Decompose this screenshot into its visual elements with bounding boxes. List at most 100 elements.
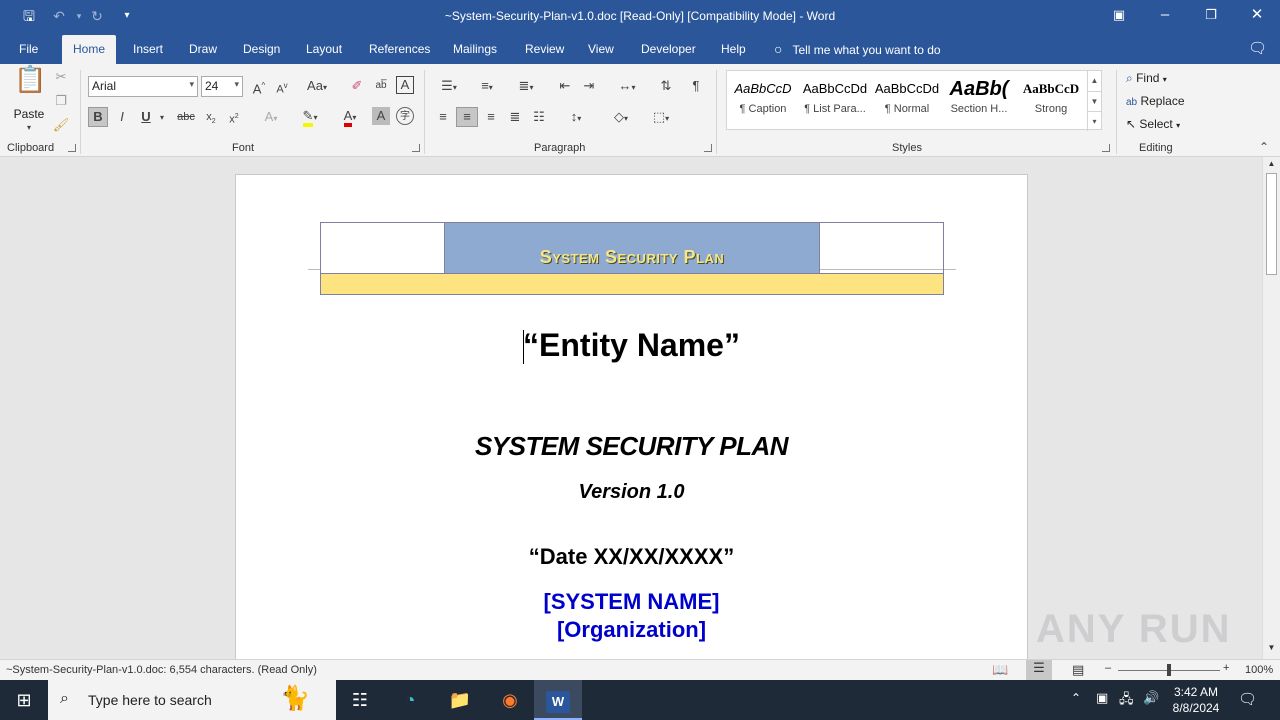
style-normal[interactable]: AaBbCcDd ¶ Normal — [871, 75, 943, 127]
clock[interactable]: 3:42 AM 8/8/2024 — [1166, 684, 1226, 716]
font-size-box[interactable]: 24 ▾ — [201, 76, 243, 97]
font-name-box[interactable]: Arial ▾ — [88, 76, 198, 97]
superscript-button[interactable]: x2 — [225, 108, 243, 129]
find-button[interactable]: ⌕ Find ▾ — [1126, 71, 1167, 86]
comments-icon[interactable]: 🗨 — [1248, 39, 1267, 57]
bold-button[interactable]: B — [88, 107, 108, 127]
select-button[interactable]: ↖ Select ▾ — [1126, 117, 1180, 131]
styles-scroll-up-icon[interactable]: ▲ — [1087, 71, 1101, 91]
phonetic-guide-icon[interactable]: ab̅ — [372, 77, 390, 95]
replace-button[interactable]: ab Replace — [1126, 94, 1185, 108]
read-mode-icon[interactable]: 📖 — [992, 662, 1008, 678]
tab-draw[interactable]: Draw — [189, 42, 217, 56]
show-hidden-icons-icon[interactable]: ⌃ — [1071, 691, 1081, 705]
tab-design[interactable]: Design — [243, 42, 280, 56]
styles-launcher-icon[interactable] — [1102, 144, 1110, 152]
tab-layout[interactable]: Layout — [306, 42, 342, 56]
borders-icon[interactable]: ⬚▾ — [644, 108, 678, 128]
asian-layout-icon[interactable]: ↔▾ — [612, 77, 642, 97]
shading-icon[interactable]: ◇▾ — [604, 108, 638, 128]
zoom-out-icon[interactable]: – — [1105, 662, 1111, 674]
underline-dropdown-icon[interactable]: ▾ — [157, 109, 167, 127]
scroll-down-icon[interactable]: ▼ — [1265, 643, 1278, 655]
style-strong[interactable]: AaBbCcD Strong — [1015, 75, 1087, 127]
shrink-font-icon[interactable]: Av — [273, 77, 291, 99]
tab-developer[interactable]: Developer — [641, 42, 696, 56]
volume-icon[interactable]: 🔊 — [1143, 690, 1159, 706]
font-color-icon[interactable]: A▾ — [333, 107, 367, 127]
text-highlight-icon[interactable]: ✎▾ — [293, 107, 327, 127]
zoom-in-icon[interactable]: + — [1223, 662, 1229, 674]
paragraph-launcher-icon[interactable] — [704, 144, 712, 152]
notifications-icon[interactable]: 🗨 — [1238, 690, 1257, 708]
firefox-icon[interactable]: ◉ — [486, 680, 534, 720]
styles-scroll-down-icon[interactable]: ▼ — [1087, 91, 1101, 111]
character-shading-icon[interactable]: A — [372, 107, 390, 125]
justify-icon[interactable]: ≣ — [506, 108, 524, 126]
enclose-characters-icon[interactable]: 字 — [396, 107, 414, 125]
decrease-indent-icon[interactable]: ⇤ — [556, 77, 574, 95]
tell-me-box[interactable]: ○ Tell me what you want to do — [774, 41, 941, 57]
tab-view[interactable]: View — [588, 42, 614, 56]
grow-font-icon[interactable]: A^ — [250, 77, 268, 98]
tab-references[interactable]: References — [369, 42, 430, 56]
vertical-scrollbar[interactable]: ▲ ▼ — [1262, 157, 1280, 659]
sort-icon[interactable]: ⇅ — [657, 77, 675, 95]
line-spacing-icon[interactable]: ↕▾ — [560, 108, 592, 128]
web-layout-icon[interactable]: ▤ — [1072, 662, 1084, 678]
numbering-icon[interactable]: ≡▾ — [472, 77, 502, 97]
network-icon[interactable]: 🖧 — [1119, 690, 1134, 712]
style-section-heading[interactable]: AaBb( Section H... — [943, 75, 1015, 127]
tab-mailings[interactable]: Mailings — [453, 42, 497, 56]
italic-button[interactable]: I — [114, 108, 130, 126]
restore-button[interactable]: ❐ — [1188, 0, 1234, 33]
bullets-icon[interactable]: ☰▾ — [434, 77, 464, 97]
clear-formatting-icon[interactable]: ✐ — [348, 77, 366, 95]
meet-now-icon[interactable]: ▣ — [1096, 690, 1108, 706]
ribbon-display-options-icon[interactable]: ▣ — [1096, 0, 1142, 33]
distributed-icon[interactable]: ☷ — [530, 108, 548, 126]
task-view-icon[interactable]: ☷ — [336, 680, 384, 720]
align-center-icon[interactable]: ≡ — [456, 107, 478, 127]
document-page[interactable]: System Security Plan “Entity Name” SYSTE… — [235, 174, 1028, 659]
styles-more-icon[interactable]: ▾ — [1087, 111, 1101, 131]
cut-icon[interactable]: ✂ — [52, 68, 70, 86]
font-launcher-icon[interactable] — [412, 144, 420, 152]
zoom-slider-thumb[interactable] — [1167, 664, 1171, 676]
windows-start-icon[interactable]: ⊞ — [0, 680, 48, 720]
collapse-ribbon-icon[interactable]: ⌃ — [1256, 138, 1272, 156]
minimize-button[interactable]: – — [1142, 0, 1188, 33]
clipboard-launcher-icon[interactable] — [68, 144, 76, 152]
tab-insert[interactable]: Insert — [133, 42, 163, 56]
tab-help[interactable]: Help — [721, 42, 746, 56]
word-taskbar-icon[interactable]: W — [534, 680, 582, 720]
close-button[interactable]: ✕ — [1234, 0, 1280, 33]
show-formatting-marks-icon[interactable]: ¶ — [687, 77, 705, 95]
increase-indent-icon[interactable]: ⇥ — [580, 77, 598, 95]
change-case-icon[interactable]: Aa▾ — [302, 77, 332, 97]
tab-file[interactable]: File — [19, 42, 38, 56]
subscript-button[interactable]: x2 — [202, 108, 220, 131]
copy-icon[interactable]: ❐ — [52, 92, 70, 110]
search-box[interactable]: ⌕ Type here to search 🐈 — [48, 680, 336, 720]
style-caption[interactable]: AaBbCcD ¶ Caption — [727, 75, 799, 127]
character-border-icon[interactable]: A — [396, 76, 414, 94]
file-explorer-icon[interactable]: 📁 — [436, 680, 484, 720]
zoom-level[interactable]: 100% — [1245, 664, 1273, 676]
multilevel-list-icon[interactable]: ≣▾ — [510, 77, 542, 97]
paste-icon[interactable]: 📋 — [14, 66, 46, 104]
print-layout-icon[interactable]: ☰ — [1026, 660, 1052, 680]
style-list-paragraph[interactable]: AaBbCcDd ¶ List Para... — [799, 75, 871, 127]
format-painter-icon[interactable]: 🖌 — [52, 116, 70, 134]
align-right-icon[interactable]: ≡ — [482, 108, 500, 126]
strikethrough-button[interactable]: abc — [176, 108, 196, 126]
text-effects-icon[interactable]: A▾ — [256, 108, 286, 128]
tab-review[interactable]: Review — [525, 42, 564, 56]
paste-dropdown-icon[interactable]: ▾ — [20, 119, 38, 137]
tab-home[interactable]: Home — [62, 35, 117, 64]
align-left-icon[interactable]: ≡ — [434, 108, 452, 126]
scroll-thumb[interactable] — [1266, 173, 1277, 275]
edge-icon[interactable]: ◔ — [386, 680, 434, 720]
scroll-up-icon[interactable]: ▲ — [1265, 159, 1278, 171]
underline-button[interactable]: U — [138, 108, 154, 126]
